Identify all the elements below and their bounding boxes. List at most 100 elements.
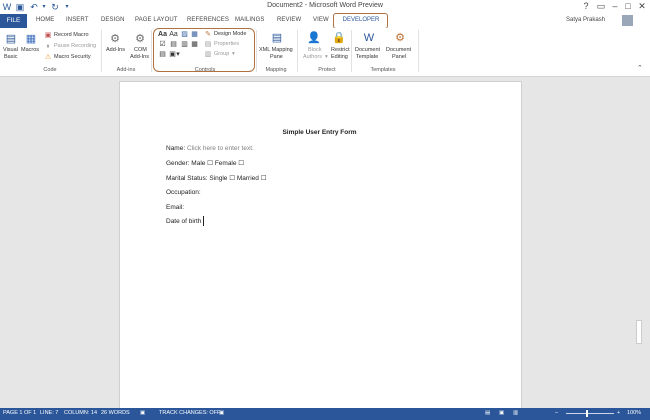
block-authors-button[interactable]: Block	[308, 47, 321, 53]
zoom-out-button[interactable]: –	[555, 410, 558, 416]
macros-icon: ▦	[25, 33, 37, 45]
name-text-control[interactable]: Click here to enter text.	[187, 145, 254, 152]
document-template-button[interactable]: Document	[355, 47, 380, 53]
controls-group-label: Controls	[194, 67, 216, 73]
group-divider	[256, 30, 257, 72]
zoom-level[interactable]: 100%	[627, 410, 641, 416]
properties-icon: ▤	[204, 41, 212, 48]
name-row: Name: Click here to enter text.	[166, 145, 254, 152]
form-title: Simple User Entry Form	[282, 129, 357, 136]
tab-design[interactable]: DESIGN	[101, 17, 125, 23]
ribbon-display-button[interactable]: ▭	[595, 1, 607, 12]
building-block-control-icon[interactable]: ▦	[190, 31, 199, 39]
zoom-slider-thumb[interactable]	[586, 410, 588, 417]
pause-recording-button[interactable]: Pause Recording	[54, 43, 96, 49]
xml-mapping-label-2: Pane	[270, 54, 283, 60]
visual-basic-label-2: Basic	[4, 54, 18, 60]
block-authors-icon: 👤	[307, 32, 321, 44]
record-macro-button[interactable]: Record Macro	[54, 32, 89, 38]
document-template-icon: W	[363, 32, 375, 44]
picture-control-icon[interactable]: ▨	[180, 31, 189, 39]
macro-record-icon[interactable]: ▣	[219, 410, 224, 416]
repeating-section-icon[interactable]: ▤	[158, 51, 167, 59]
group-dropdown-icon[interactable]: ▾	[232, 51, 235, 57]
design-mode-icon: ✎	[205, 31, 211, 38]
group-icon: ▥	[204, 51, 212, 58]
pause-recording-icon: ⏸	[46, 43, 50, 50]
restore-button[interactable]: □	[622, 1, 634, 11]
minimize-button[interactable]: –	[609, 1, 621, 11]
chevron-down-icon[interactable]: ▾	[175, 51, 181, 59]
checkbox-control-icon[interactable]: ☑	[158, 41, 167, 49]
occupation-label: Occupation:	[166, 189, 201, 196]
document-panel-icon: ⚙	[395, 32, 405, 44]
word-count[interactable]: 26 WORDS	[101, 410, 130, 416]
combo-box-control-icon[interactable]: ▤	[169, 41, 178, 49]
group-divider	[297, 30, 298, 72]
group-divider	[418, 30, 419, 72]
group-divider	[351, 30, 352, 72]
xml-mapping-icon: ▤	[271, 32, 283, 44]
track-changes-status[interactable]: TRACK CHANGES: OFF	[159, 410, 220, 416]
restrict-editing-label-2: Editing	[331, 54, 348, 60]
tab-references[interactable]: REFERENCES	[187, 17, 229, 23]
tab-page-layout[interactable]: PAGE LAYOUT	[135, 17, 178, 23]
column-number[interactable]: COLUMN: 14	[64, 410, 97, 416]
name-label: Name:	[166, 145, 186, 152]
document-panel-button[interactable]: Document	[386, 47, 411, 53]
block-authors-label-2: Authors	[303, 54, 322, 60]
addins-button[interactable]: Add-Ins	[106, 47, 125, 53]
tab-view[interactable]: VIEW	[313, 17, 329, 23]
web-layout-icon[interactable]: ▥	[513, 410, 518, 416]
avatar[interactable]	[622, 15, 633, 26]
visual-basic-button[interactable]: Visual	[3, 47, 18, 53]
proofing-icon[interactable]: ▣	[140, 410, 145, 416]
group-button[interactable]: Group	[214, 51, 229, 57]
addins-gear-icon: ⚙	[110, 33, 120, 45]
templates-group-label: Templates	[370, 67, 396, 73]
xml-mapping-pane-button[interactable]: XML Mapping	[259, 47, 293, 53]
date-of-birth-label: Date of birth	[166, 218, 202, 225]
tab-home[interactable]: HOME	[36, 17, 54, 23]
mapping-group-label: Mapping	[265, 67, 287, 73]
tab-insert[interactable]: INSERT	[66, 17, 89, 23]
status-bar	[0, 408, 650, 420]
page-count[interactable]: PAGE 1 OF 1	[3, 410, 36, 416]
design-mode-button[interactable]: Design Mode	[214, 31, 246, 37]
print-layout-icon[interactable]: ▣	[499, 410, 504, 416]
tab-mailings[interactable]: MAILINGS	[235, 17, 264, 23]
close-button[interactable]: ✕	[636, 1, 648, 12]
addins-group-label: Add-ins	[116, 67, 136, 73]
macros-button[interactable]: Macros	[21, 47, 39, 53]
tab-developer[interactable]: DEVELOPER	[333, 17, 389, 23]
scrollbar-thumb[interactable]	[636, 320, 642, 344]
gender-row[interactable]: Gender: Male ☐ Female ☐	[166, 159, 244, 167]
zoom-in-button[interactable]: +	[617, 410, 620, 416]
collapse-ribbon-icon[interactable]: ⌃	[637, 64, 643, 72]
restrict-editing-button[interactable]: Restrict	[331, 47, 350, 53]
group-divider	[101, 30, 102, 72]
marital-status-row[interactable]: Marital Status: Single ☐ Married ☐	[166, 174, 267, 182]
help-button[interactable]: ?	[580, 1, 592, 11]
block-authors-dropdown-icon[interactable]: ▾	[325, 54, 328, 60]
plain-text-control-icon[interactable]: Aa	[169, 31, 178, 39]
protect-group-label: Protect	[318, 67, 336, 73]
document-template-label-2: Template	[356, 54, 379, 60]
properties-button[interactable]: Properties	[214, 41, 239, 47]
document-panel-label-2: Panel	[392, 54, 407, 60]
tab-review[interactable]: REVIEW	[277, 17, 301, 23]
user-name[interactable]: Satya Prakash	[566, 17, 605, 23]
record-macro-icon: ▣	[44, 32, 52, 39]
macro-security-button[interactable]: Macro Security	[54, 54, 91, 60]
group-divider	[151, 30, 152, 72]
line-number[interactable]: LINE: 7	[40, 410, 58, 416]
rich-text-control-icon[interactable]: Aa	[158, 31, 167, 39]
macro-security-icon: ⚠	[44, 54, 52, 61]
dropdown-list-control-icon[interactable]: ▥	[180, 41, 189, 49]
zoom-slider[interactable]	[566, 413, 614, 414]
com-addins-button[interactable]: COM	[134, 47, 147, 53]
read-mode-icon[interactable]: ▤	[485, 410, 490, 416]
tab-file[interactable]: FILE	[0, 14, 27, 28]
window-title: Document2 - Microsoft Word Preview	[267, 2, 383, 9]
date-picker-control-icon[interactable]: ▦	[190, 41, 199, 49]
